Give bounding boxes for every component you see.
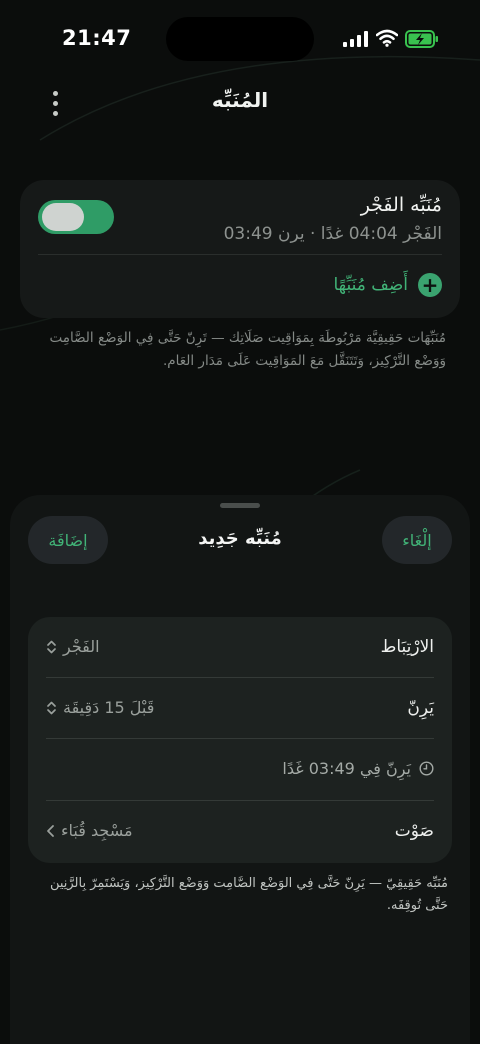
sound-label: صَوْت — [394, 821, 434, 841]
divider — [38, 254, 442, 255]
new-alarm-sheet: إلْغَاء مُنَبِّه جَدِيد إضَافَة الارْتِب… — [10, 495, 470, 1044]
toggle-knob — [42, 203, 84, 231]
status-bar: 21:47 — [0, 0, 480, 80]
ring-preview-text: يَرِنّ فِي 03:49 غَدًا — [282, 759, 411, 778]
link-picker[interactable]: الفَجْر — [46, 637, 100, 656]
ring-offset-row[interactable]: يَرِنّ قَبْلَ 15 دَقِيقَة — [28, 678, 452, 739]
ring-preview-row: يَرِنّ فِي 03:49 غَدًا — [28, 739, 452, 800]
chevron-up-down-icon — [47, 701, 56, 714]
sheet-grabber[interactable] — [220, 503, 260, 508]
plus-icon: + — [418, 273, 442, 297]
add-alarm-button[interactable]: + أَضِف مُنَبِّهًا — [333, 272, 442, 298]
ring-preview: يَرِنّ فِي 03:49 غَدًا — [282, 759, 434, 778]
link-label: الارْتِبَاط — [380, 637, 434, 657]
alarm-toggle[interactable] — [38, 200, 114, 234]
ring-offset-value: قَبْلَ 15 دَقِيقَة — [63, 698, 155, 717]
alarm-form: الارْتِبَاط الفَجْر يَرِنّ قَبْلَ 15 دَق… — [28, 617, 452, 863]
ring-offset-picker[interactable]: قَبْلَ 15 دَقِيقَة — [46, 698, 154, 717]
alarm-title[interactable]: مُنَبِّه الفَجْر — [361, 194, 442, 216]
sound-value: مَسْجِد قُبَاء — [61, 821, 133, 840]
sheet-title: مُنَبِّه جَدِيد — [198, 528, 282, 549]
sound-selector[interactable]: مَسْجِد قُبَاء — [46, 821, 133, 840]
more-vertical-icon[interactable] — [44, 86, 66, 120]
battery-charging-icon — [405, 30, 438, 48]
wifi-icon — [376, 29, 398, 47]
ring-offset-label: يَرِنّ — [407, 698, 434, 718]
clock-icon — [419, 761, 434, 776]
page-title: المُنَبِّه — [211, 88, 269, 112]
alarm-subtitle: الفَجْر 04:04 غدًا · يرن 03:49 — [223, 224, 442, 244]
add-alarm-label: أَضِف مُنَبِّهًا — [333, 275, 408, 295]
alarm-card: مُنَبِّه الفَجْر الفَجْر 04:04 غدًا · ير… — [20, 180, 460, 318]
dynamic-island — [166, 17, 314, 61]
cancel-button[interactable]: إلْغَاء — [382, 516, 452, 564]
link-row[interactable]: الارْتِبَاط الفَجْر — [28, 617, 452, 678]
add-button[interactable]: إضَافَة — [28, 516, 108, 564]
status-time: 21:47 — [62, 26, 132, 50]
alarm-info-note: مُنَبِّهَات حَقِيقِيَّة مَرْبُوطَة بِمَو… — [49, 330, 447, 369]
link-value: الفَجْر — [63, 637, 100, 656]
chevron-up-down-icon — [47, 640, 56, 653]
chevron-left-icon — [47, 824, 54, 837]
cellular-signal-icon — [343, 31, 368, 47]
sheet-info-note: مُنَبِّه حَقِيقِيّ — يَرِنّ حَتَّى فِي ا… — [49, 876, 448, 913]
sound-row[interactable]: صَوْت مَسْجِد قُبَاء — [28, 801, 452, 862]
